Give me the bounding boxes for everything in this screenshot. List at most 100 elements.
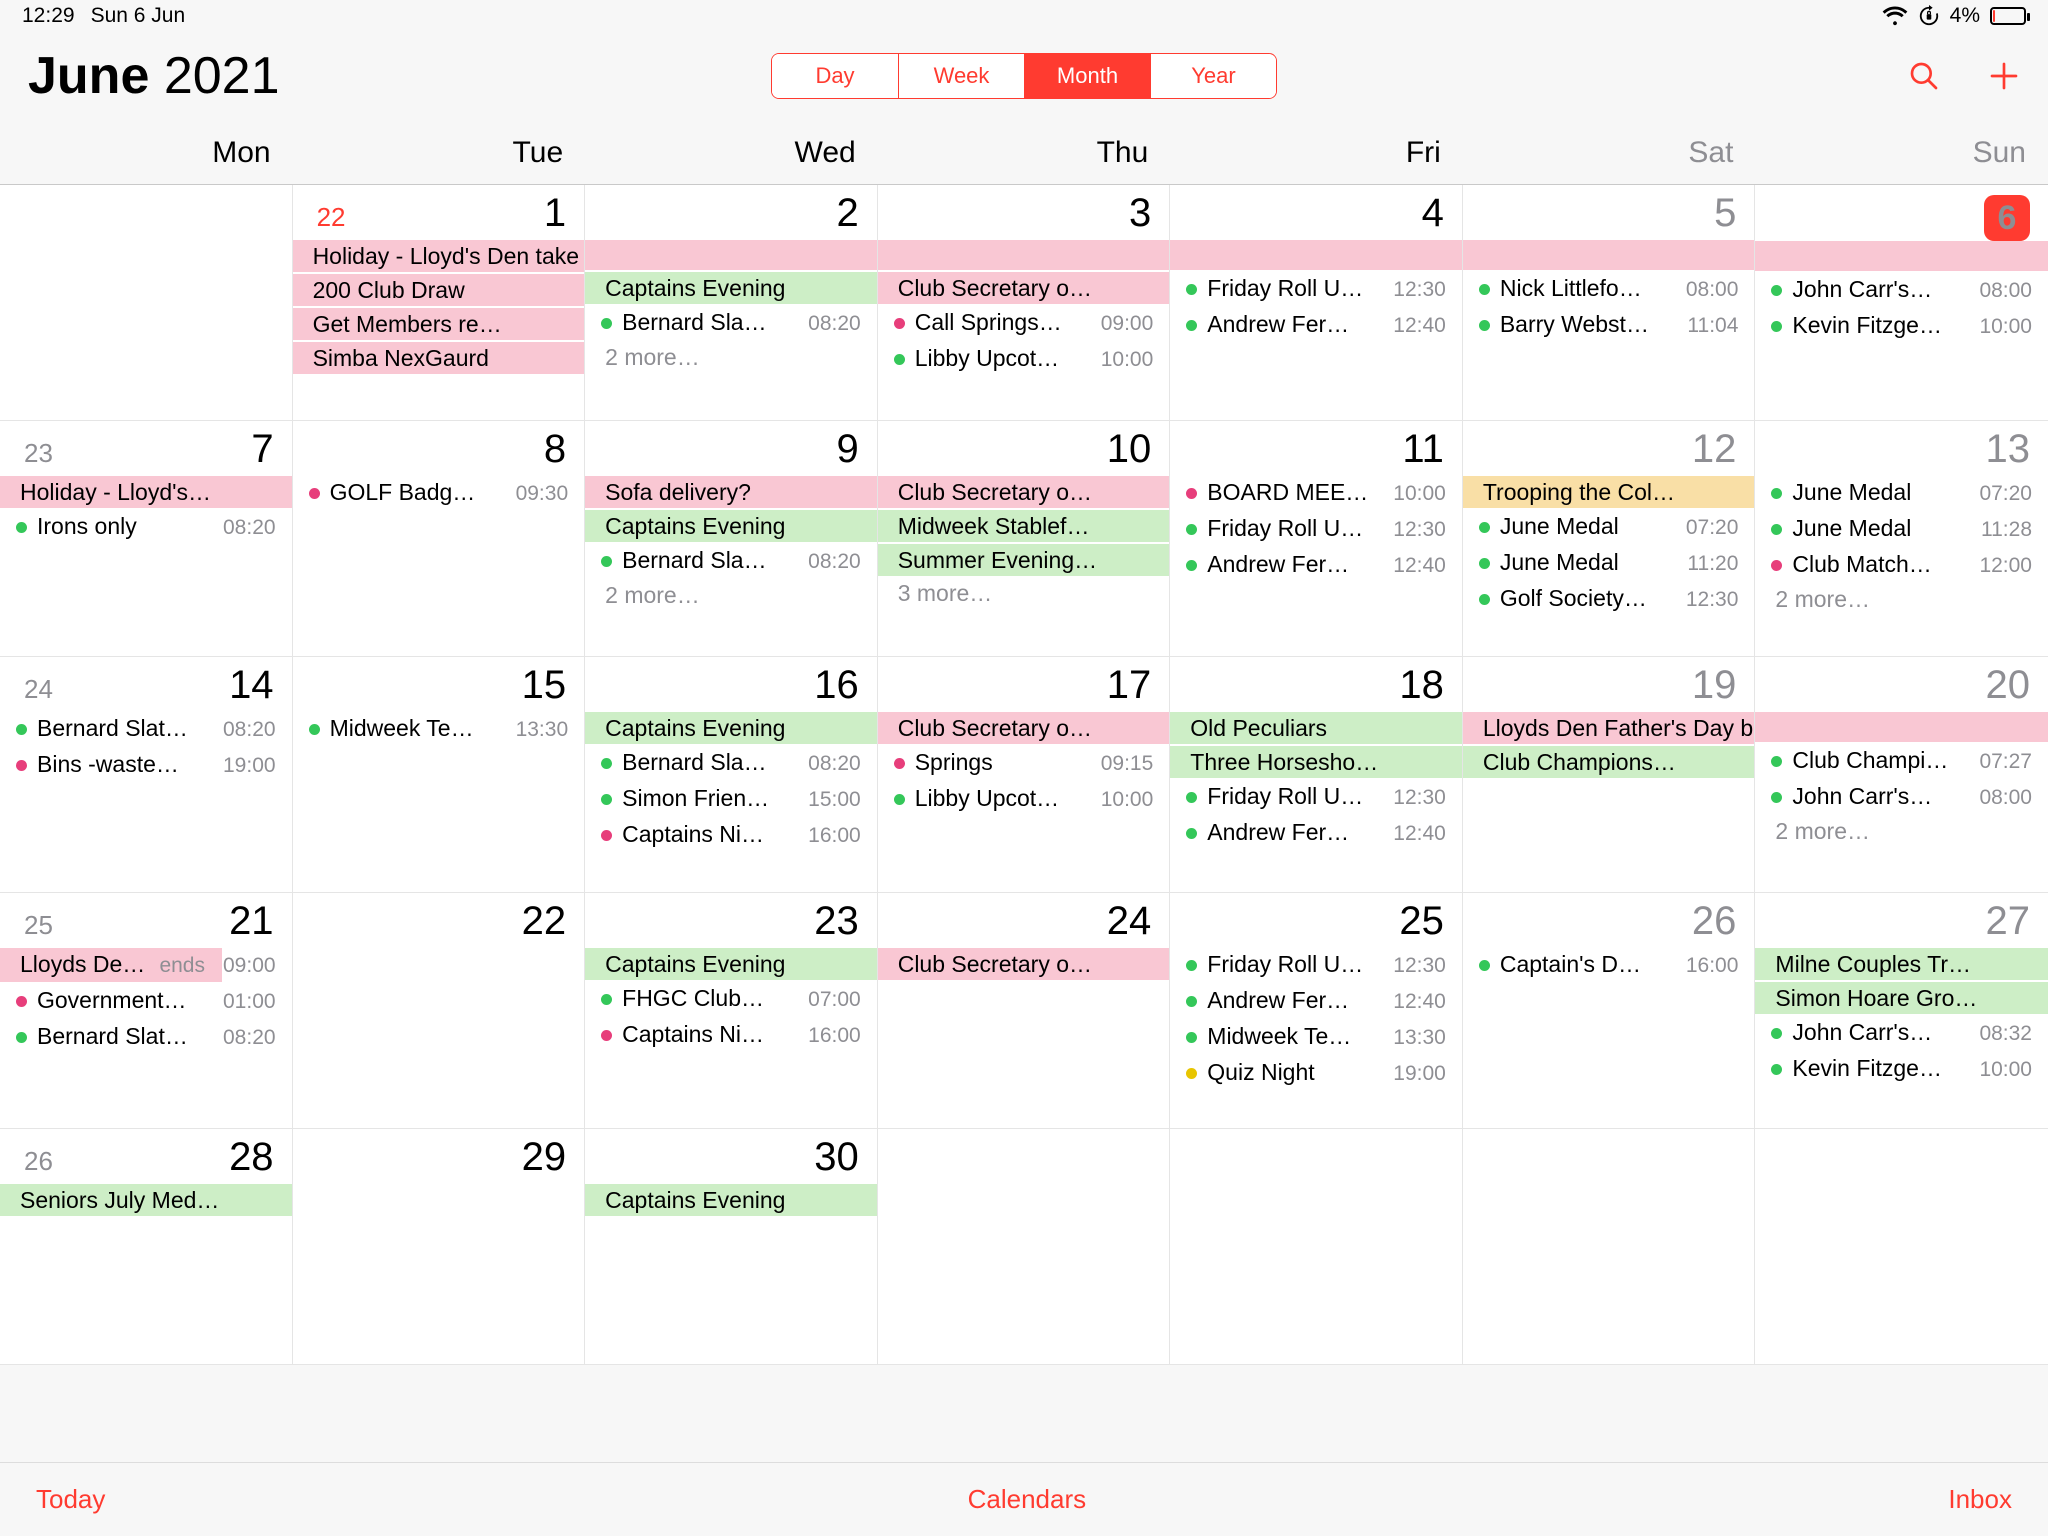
event-timed[interactable]: June Medal11:28 xyxy=(1755,512,2048,546)
event-allday[interactable]: Simon Hoare Gro… xyxy=(1755,982,2048,1014)
day-cell[interactable]: 18Old PeculiarsThree Horsesho…Friday Rol… xyxy=(1170,657,1463,893)
event-timed[interactable]: June Medal07:20 xyxy=(1463,510,1755,544)
day-cell[interactable]: 25Friday Roll U…12:30Andrew Fer…12:40Mid… xyxy=(1170,893,1463,1129)
event-allday[interactable]: Summer Evening… xyxy=(878,544,1170,576)
day-cell[interactable]: 27Milne Couples Tr…Simon Hoare Gro…John … xyxy=(1755,893,2048,1129)
event-timed[interactable]: Club Match…12:00 xyxy=(1755,548,2048,582)
event-timed[interactable]: Bins -waste…19:00 xyxy=(0,748,292,782)
event-allday[interactable]: Captains Evening xyxy=(585,1184,877,1216)
day-cell[interactable]: 22 xyxy=(293,893,586,1129)
event-timed[interactable]: Andrew Fer…12:40 xyxy=(1170,548,1462,582)
day-cell[interactable]: 11BOARD MEE…10:00Friday Roll U…12:30Andr… xyxy=(1170,421,1463,657)
day-cell[interactable]: 19Lloyds Den Father's Day bar-b-qClub Ch… xyxy=(1463,657,1756,893)
event-allday[interactable]: Club Champions… xyxy=(1463,746,1755,778)
event-timed[interactable]: Bernard Slat…08:20 xyxy=(0,1020,292,1054)
event-timed[interactable]: June Medal07:20 xyxy=(1755,476,2048,510)
event-allday[interactable]: Lloyds Den Father's Day bar-…ends09:00 xyxy=(0,948,292,982)
day-cell[interactable]: 2628Seniors July Med… xyxy=(0,1129,293,1365)
day-cell[interactable]: 16Captains EveningBernard Sla…08:20Simon… xyxy=(585,657,878,893)
event-allday[interactable]: Get Members re… xyxy=(293,308,585,340)
event-timed[interactable]: Government…01:00 xyxy=(0,984,292,1018)
event-timed[interactable]: Bernard Sla…08:20 xyxy=(585,746,877,780)
event-allday[interactable]: Captains Evening xyxy=(585,948,877,980)
event-allday[interactable] xyxy=(1755,241,2048,271)
day-cell[interactable]: 8GOLF Badg…09:30 xyxy=(293,421,586,657)
day-cell[interactable]: 17Club Secretary o…Springs09:15Libby Upc… xyxy=(878,657,1171,893)
event-timed[interactable]: Midweek Te…13:30 xyxy=(293,712,585,746)
day-cell[interactable]: 29 xyxy=(293,1129,586,1365)
day-cell[interactable] xyxy=(1170,1129,1463,1365)
segment-week[interactable]: Week xyxy=(898,54,1024,98)
event-timed[interactable]: Irons only08:20 xyxy=(0,510,292,544)
event-timed[interactable]: John Carr's…08:32 xyxy=(1755,1016,2048,1050)
day-cell[interactable]: 9Sofa delivery?Captains EveningBernard S… xyxy=(585,421,878,657)
event-allday[interactable] xyxy=(1755,712,2048,742)
today-button[interactable]: Today xyxy=(36,1484,105,1515)
event-timed[interactable]: Springs09:15 xyxy=(878,746,1170,780)
more-events-link[interactable]: 2 more… xyxy=(1755,816,2048,847)
event-timed[interactable]: Golf Society…12:30 xyxy=(1463,582,1755,616)
event-timed[interactable]: GOLF Badg…09:30 xyxy=(293,476,585,510)
segment-month[interactable]: Month xyxy=(1024,54,1150,98)
day-cell[interactable]: 15Midweek Te…13:30 xyxy=(293,657,586,893)
day-cell[interactable]: 2414Bernard Slat…08:20Bins -waste…19:00 xyxy=(0,657,293,893)
day-cell[interactable]: 237Holiday - Lloyd's…Irons only08:20 xyxy=(0,421,293,657)
day-cell[interactable]: 10Club Secretary o…Midweek Stablef…Summe… xyxy=(878,421,1171,657)
event-timed[interactable]: FHGC Club…07:00 xyxy=(585,982,877,1016)
event-allday[interactable]: Captains Evening xyxy=(585,272,877,304)
event-allday[interactable]: Trooping the Col… xyxy=(1463,476,1755,508)
day-cell[interactable]: 2521Lloyds Den Father's Day bar-…ends09:… xyxy=(0,893,293,1129)
search-icon[interactable] xyxy=(1908,60,1940,92)
view-segmented-control[interactable]: Day Week Month Year xyxy=(771,53,1277,99)
day-cell[interactable]: 24Club Secretary o… xyxy=(878,893,1171,1129)
event-timed[interactable]: Libby Upcot…10:00 xyxy=(878,342,1170,376)
segment-day[interactable]: Day xyxy=(772,54,898,98)
event-timed[interactable]: Quiz Night19:00 xyxy=(1170,1056,1462,1090)
day-cell[interactable]: 20Club Champi…07:27John Carr's…08:002 mo… xyxy=(1755,657,2048,893)
event-allday[interactable]: Club Secretary o… xyxy=(878,712,1170,744)
event-allday[interactable]: Captains Evening xyxy=(585,510,877,542)
event-allday[interactable]: Seniors July Med… xyxy=(0,1184,292,1216)
event-timed[interactable]: John Carr's…08:00 xyxy=(1755,780,2048,814)
day-cell[interactable]: 26Captain's D…16:00 xyxy=(1463,893,1756,1129)
event-allday[interactable]: Holiday - Lloyd's Den take slow cooker xyxy=(293,240,585,272)
event-timed[interactable]: Captain's D…16:00 xyxy=(1463,948,1755,982)
more-events-link[interactable]: 2 more… xyxy=(1755,584,2048,615)
day-cell[interactable]: 221Holiday - Lloyd's Den take slow cooke… xyxy=(293,185,586,421)
day-cell[interactable] xyxy=(1755,1129,2048,1365)
event-allday[interactable]: Midweek Stablef… xyxy=(878,510,1170,542)
event-timed[interactable]: Friday Roll U…12:30 xyxy=(1170,948,1462,982)
event-allday[interactable]: Club Secretary o… xyxy=(878,272,1170,304)
event-allday[interactable]: Holiday - Lloyd's… xyxy=(0,476,292,508)
event-timed[interactable]: Friday Roll U…12:30 xyxy=(1170,780,1462,814)
more-events-link[interactable]: 2 more… xyxy=(585,580,877,611)
event-allday[interactable]: Club Secretary o… xyxy=(878,476,1170,508)
event-timed[interactable]: Simon Frien…15:00 xyxy=(585,782,877,816)
calendars-button[interactable]: Calendars xyxy=(968,1484,1087,1515)
day-cell[interactable]: 13June Medal07:20June Medal11:28Club Mat… xyxy=(1755,421,2048,657)
day-cell[interactable] xyxy=(1463,1129,1756,1365)
event-allday[interactable] xyxy=(1463,240,1755,270)
day-cell[interactable]: 23Captains EveningFHGC Club…07:00Captain… xyxy=(585,893,878,1129)
event-allday[interactable]: Three Horsesho… xyxy=(1170,746,1462,778)
event-timed[interactable]: BOARD MEE…10:00 xyxy=(1170,476,1462,510)
day-cell[interactable]: 2Captains EveningBernard Sla…08:202 more… xyxy=(585,185,878,421)
event-timed[interactable]: Andrew Fer…12:40 xyxy=(1170,816,1462,850)
event-timed[interactable]: Bernard Sla…08:20 xyxy=(585,544,877,578)
event-allday[interactable]: Sofa delivery? xyxy=(585,476,877,508)
event-allday[interactable]: Captains Evening xyxy=(585,712,877,744)
day-cell[interactable]: 6John Carr's…08:00Kevin Fitzge…10:00 xyxy=(1755,185,2048,421)
event-allday[interactable]: Club Secretary o… xyxy=(878,948,1170,980)
more-events-link[interactable]: 3 more… xyxy=(878,578,1170,609)
event-timed[interactable]: Bernard Slat…08:20 xyxy=(0,712,292,746)
event-timed[interactable]: Andrew Fer…12:40 xyxy=(1170,984,1462,1018)
event-timed[interactable]: Nick Littlefo…08:00 xyxy=(1463,272,1755,306)
event-timed[interactable]: Bernard Sla…08:20 xyxy=(585,306,877,340)
event-timed[interactable]: John Carr's…08:00 xyxy=(1755,273,2048,307)
event-timed[interactable]: Kevin Fitzge…10:00 xyxy=(1755,1052,2048,1086)
event-timed[interactable]: Captains Ni…16:00 xyxy=(585,818,877,852)
inbox-button[interactable]: Inbox xyxy=(1948,1484,2012,1515)
event-allday[interactable]: Old Peculiars xyxy=(1170,712,1462,744)
event-timed[interactable]: Libby Upcot…10:00 xyxy=(878,782,1170,816)
event-allday[interactable]: 200 Club Draw xyxy=(293,274,585,306)
